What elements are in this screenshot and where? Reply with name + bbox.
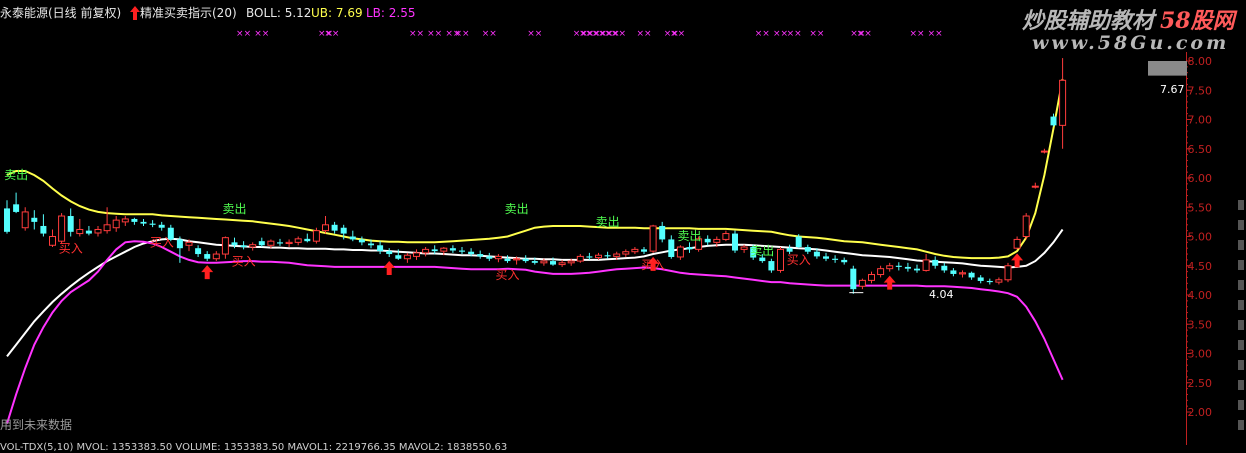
future-data-note: 用到未来数据 [0,418,73,432]
watermark-url: www.58Gu.com [1032,32,1230,54]
stock-title: 永泰能源(日线 前复权) [0,6,122,20]
last-price-label: 7.67 [1160,83,1185,96]
lb-value: LB: 2.55 [366,6,416,20]
watermark-title: 炒股辅助教材 [1022,8,1155,34]
boll-value: BOLL: 5.12 [246,6,312,20]
indicator-name: 精准买卖指示(20) [140,6,237,20]
watermark-brand: 58股网 [1160,8,1235,34]
indicator-marker-icon [130,6,140,23]
volume-indicator-bar: VOL-TDX(5,10) MVOL: 1353383.50 VOLUME: 1… [0,442,508,453]
low-marker-label: 4.04 [929,288,954,301]
ub-value: UB: 7.69 [311,6,363,20]
